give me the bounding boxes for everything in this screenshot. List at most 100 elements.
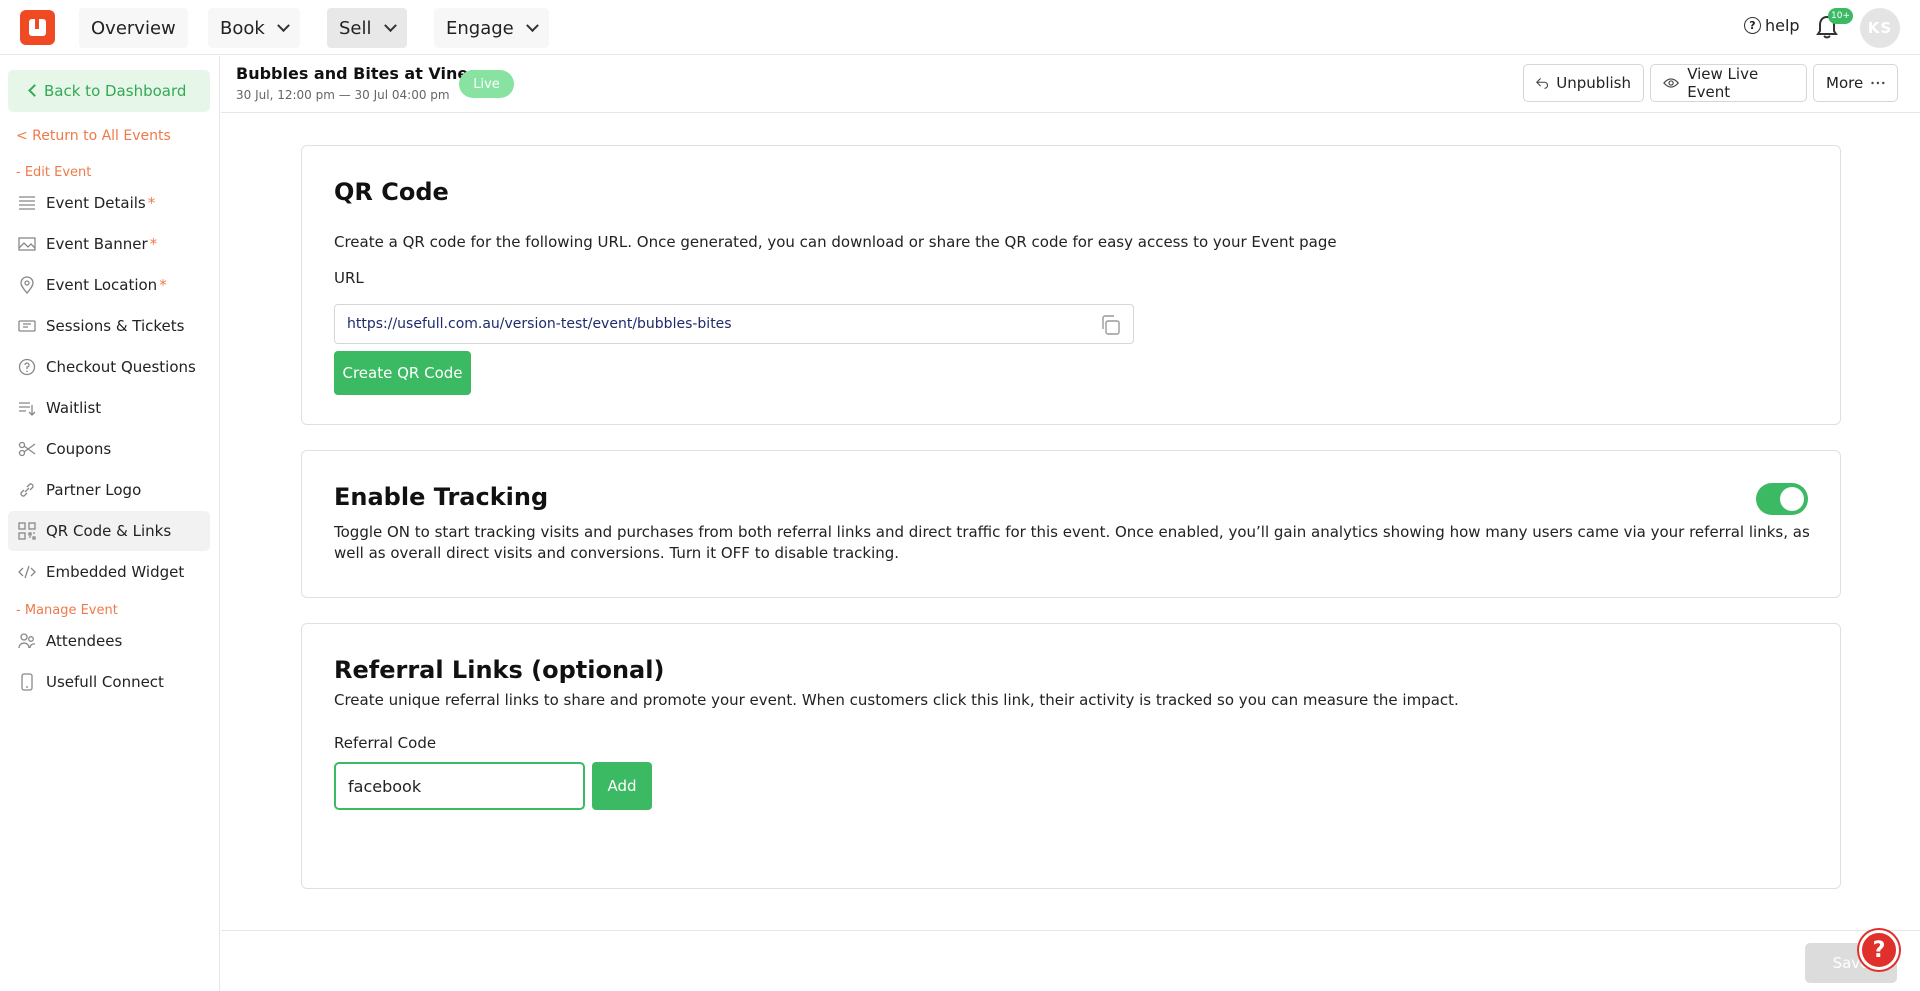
- location-pin-icon: [20, 276, 34, 294]
- chevron-left-icon: [28, 84, 41, 97]
- sidebar-item-label: QR Code & Links: [46, 522, 172, 540]
- question-circle-icon: [18, 358, 36, 376]
- enable-tracking-description: Toggle ON to start tracking visits and p…: [334, 523, 1810, 562]
- nav-book[interactable]: Book: [208, 8, 300, 48]
- referral-links-card: Referral Links (optional) Create unique …: [301, 623, 1841, 889]
- sidebar-item-coupons[interactable]: Coupons: [8, 429, 210, 469]
- create-qr-code-label: Create QR Code: [342, 364, 463, 382]
- qr-code-title: QR Code: [334, 178, 449, 206]
- nav-book-label: Book: [220, 17, 265, 39]
- referral-code-input[interactable]: [334, 762, 585, 810]
- more-dots-icon: [1871, 81, 1885, 85]
- sidebar-item-waitlist[interactable]: Waitlist: [8, 388, 210, 428]
- chevron-down-icon: [525, 18, 539, 32]
- unpublish-label: Unpublish: [1556, 74, 1631, 92]
- sidebar-item-checkout-questions[interactable]: Checkout Questions: [8, 347, 210, 387]
- sidebar-item-label: Embedded Widget: [46, 563, 185, 581]
- sidebar-item-event-location[interactable]: Event Location *: [8, 265, 210, 305]
- event-title: Bubbles and Bites at Vines: [236, 64, 478, 83]
- url-label: URL: [334, 269, 364, 287]
- nav-sell-label: Sell: [339, 17, 372, 39]
- usefull-logo[interactable]: [20, 10, 55, 45]
- help-link[interactable]: ? help: [1744, 16, 1800, 35]
- nav-overview[interactable]: Overview: [79, 8, 188, 48]
- nav-sell[interactable]: Sell: [327, 8, 407, 48]
- referral-code-label: Referral Code: [334, 734, 437, 752]
- sidebar-item-attendees[interactable]: Attendees: [8, 621, 210, 661]
- sidebar-item-usefull-connect[interactable]: Usefull Connect: [8, 662, 210, 702]
- qr-icon: [18, 522, 36, 540]
- back-to-dashboard-button[interactable]: Back to Dashboard: [8, 70, 210, 112]
- scissors-icon: [18, 441, 36, 457]
- back-to-dashboard-label: Back to Dashboard: [44, 82, 187, 100]
- referral-links-description: Create unique referral links to share an…: [334, 691, 1459, 709]
- add-referral-label: Add: [607, 777, 637, 795]
- status-badge: Live: [459, 70, 514, 98]
- return-to-events-link[interactable]: < Return to All Events: [16, 128, 171, 144]
- nav-overview-label: Overview: [91, 17, 176, 39]
- tracking-toggle[interactable]: [1756, 483, 1808, 515]
- more-label: More: [1826, 74, 1864, 92]
- required-mark: *: [149, 235, 158, 253]
- manage-event-section-label: - Manage Event: [16, 603, 118, 618]
- sidebar-item-event-banner[interactable]: Event Banner *: [8, 224, 210, 264]
- top-bar: Overview Book Sell Engage ? help 10+ KS: [0, 0, 1920, 55]
- qr-code-card: QR Code Create a QR code for the followi…: [301, 145, 1841, 425]
- create-qr-code-button[interactable]: Create QR Code: [334, 351, 471, 395]
- sidebar-item-label: Checkout Questions: [46, 358, 196, 376]
- copy-icon[interactable]: [1099, 314, 1121, 336]
- event-header: Bubbles and Bites at Vines 30 Jul, 12:00…: [221, 56, 1920, 113]
- sidebar-item-label: Coupons: [46, 440, 112, 458]
- url-field[interactable]: https://usefull.com.au/version-test/even…: [334, 304, 1134, 344]
- sidebar-item-label: Partner Logo: [46, 481, 142, 499]
- users-icon: [18, 633, 36, 649]
- nav-engage-label: Engage: [446, 17, 514, 39]
- sidebar-item-sessions-tickets[interactable]: Sessions & Tickets: [8, 306, 210, 346]
- sidebar-item-event-details[interactable]: Event Details *: [8, 183, 210, 223]
- enable-tracking-title: Enable Tracking: [334, 483, 549, 511]
- chevron-down-icon: [383, 18, 397, 32]
- referral-links-title: Referral Links (optional): [334, 656, 665, 684]
- waitlist-icon: [19, 402, 36, 416]
- qr-code-description: Create a QR code for the following URL. …: [334, 233, 1337, 251]
- image-icon: [18, 237, 36, 251]
- sidebar-item-label: Waitlist: [46, 399, 102, 417]
- sidebar-item-label: Usefull Connect: [46, 673, 164, 691]
- phone-icon: [21, 673, 33, 691]
- help-fab-button[interactable]: ?: [1859, 930, 1899, 970]
- enable-tracking-card: Enable Tracking Toggle ON to start track…: [301, 450, 1841, 598]
- chevron-down-icon: [276, 18, 290, 32]
- list-icon: [19, 196, 35, 210]
- edit-event-section-label: - Edit Event: [16, 165, 92, 180]
- sidebar-item-embedded-widget[interactable]: Embedded Widget: [8, 552, 210, 592]
- view-live-event-label: View Live Event: [1687, 65, 1759, 101]
- main-content: QR Code Create a QR code for the followi…: [221, 114, 1920, 929]
- code-icon: [18, 565, 36, 579]
- sidebar-item-qr-code-links[interactable]: QR Code & Links: [8, 511, 210, 551]
- more-button[interactable]: More: [1813, 64, 1898, 102]
- unpublish-button[interactable]: Unpublish: [1523, 64, 1644, 102]
- url-value: https://usefull.com.au/version-test/even…: [347, 316, 732, 332]
- question-mark-icon: ?: [1872, 937, 1886, 963]
- undo-arrow-icon: [1536, 78, 1548, 89]
- required-mark: *: [159, 276, 167, 294]
- sidebar-item-label: Event Location: [46, 276, 158, 294]
- sidebar-item-label: Event Details: [46, 194, 146, 212]
- event-date: 30 Jul, 12:00 pm — 30 Jul 04:00 pm: [236, 88, 450, 102]
- sidebar-item-label: Sessions & Tickets: [46, 317, 185, 335]
- nav-engage[interactable]: Engage: [434, 8, 549, 48]
- sidebar: Back to Dashboard < Return to All Events…: [0, 56, 220, 991]
- view-live-event-button[interactable]: View Live Event: [1650, 64, 1807, 102]
- logo-mark-icon: [29, 19, 46, 36]
- notification-badge: 10+: [1828, 8, 1853, 24]
- avatar[interactable]: KS: [1860, 8, 1900, 48]
- sidebar-item-label: Event Banner: [46, 235, 148, 253]
- footer-bar: Save: [221, 930, 1920, 991]
- link-icon: [20, 483, 34, 497]
- eye-icon: [1663, 78, 1680, 88]
- ticket-icon: [18, 320, 36, 332]
- add-referral-button[interactable]: Add: [592, 762, 652, 810]
- sidebar-item-label: Attendees: [46, 632, 123, 650]
- help-label: help: [1765, 16, 1800, 35]
- sidebar-item-partner-logo[interactable]: Partner Logo: [8, 470, 210, 510]
